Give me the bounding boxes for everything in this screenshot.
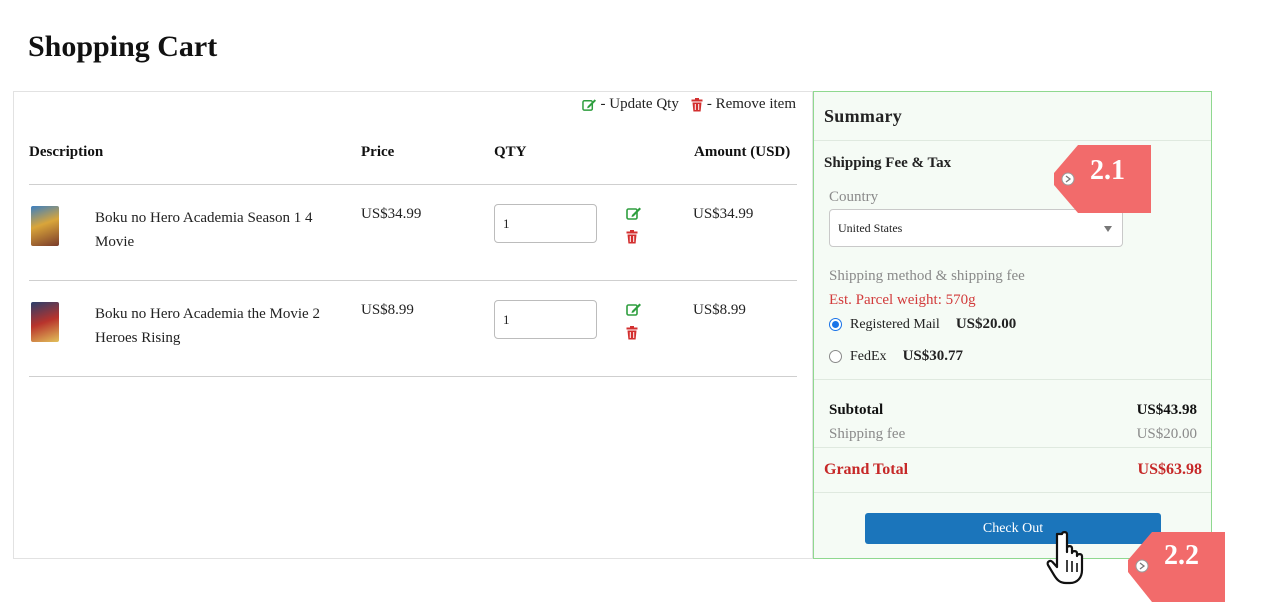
product-thumbnail[interactable] — [31, 302, 59, 342]
shipping-option-fedex[interactable]: FedEx US$30.77 — [829, 348, 963, 365]
table-header: Description Price QTY Amount (USD) — [29, 144, 797, 184]
quantity-input[interactable] — [494, 300, 597, 339]
table-row: Boku no Hero Academia Season 1 4 Movie U… — [29, 184, 797, 280]
trash-icon[interactable] — [626, 230, 638, 249]
legend-update-label: - Update Qty — [600, 96, 679, 112]
summary-panel: Summary Shipping Fee & Tax Country Unite… — [813, 91, 1212, 559]
option-name: FedEx — [850, 348, 887, 364]
divider — [814, 379, 1211, 380]
shipping-fee-label: Shipping fee — [829, 426, 906, 442]
item-amount: US$8.99 — [693, 302, 746, 318]
product-thumbnail[interactable] — [31, 206, 59, 246]
hand-pointer-icon — [1040, 530, 1088, 586]
shipping-fee-value: US$20.00 — [1136, 426, 1197, 442]
quantity-input[interactable] — [494, 204, 597, 243]
country-value: United States — [838, 221, 903, 235]
option-fee: US$20.00 — [955, 316, 1017, 332]
divider — [814, 447, 1211, 448]
radio-selected-icon[interactable] — [829, 318, 842, 331]
radio-icon[interactable] — [829, 350, 842, 363]
option-fee: US$30.77 — [902, 348, 963, 364]
checkout-button[interactable]: Check Out — [865, 513, 1161, 544]
subtotal-label: Subtotal — [829, 402, 884, 418]
caret-down-icon — [1104, 226, 1112, 232]
trash-icon — [691, 97, 703, 112]
item-description[interactable]: Boku no Hero Academia the Movie 2 Heroes… — [95, 302, 335, 350]
trash-icon[interactable] — [626, 326, 638, 345]
item-price: US$34.99 — [361, 206, 422, 222]
callout-number: 2.1 — [1090, 155, 1125, 186]
divider — [814, 492, 1211, 493]
summary-title: Summary — [824, 106, 903, 126]
edit-icon[interactable] — [626, 302, 642, 322]
shipping-method-label: Shipping method & shipping fee — [829, 268, 1025, 284]
divider — [814, 140, 1211, 141]
header-qty: QTY — [494, 144, 527, 160]
parcel-weight: Est. Parcel weight: 570g — [829, 292, 976, 308]
grand-total-label: Grand Total — [824, 461, 909, 478]
cart-legend: - Update Qty - Remove item — [581, 96, 796, 113]
legend-remove-label: - Remove item — [706, 96, 796, 112]
callout-2-1: 2.1 — [1050, 145, 1152, 213]
item-price: US$8.99 — [361, 302, 414, 318]
row-divider — [29, 376, 797, 377]
subtotal-value: US$43.98 — [1136, 402, 1197, 418]
header-amount: Amount (USD) — [694, 144, 791, 160]
shipping-heading: Shipping Fee & Tax — [824, 155, 952, 171]
option-name: Registered Mail — [850, 316, 940, 332]
item-description[interactable]: Boku no Hero Academia Season 1 4 Movie — [95, 206, 335, 254]
cart-panel: - Update Qty - Remove item Description P… — [13, 91, 813, 559]
country-label: Country — [829, 189, 879, 205]
edit-icon[interactable] — [626, 206, 642, 226]
table-row: Boku no Hero Academia the Movie 2 Heroes… — [29, 280, 797, 376]
grand-total-value: US$63.98 — [1137, 461, 1202, 478]
callout-2-2: 2.2 — [1124, 532, 1226, 602]
callout-number: 2.2 — [1164, 540, 1199, 571]
header-description: Description — [29, 144, 104, 160]
shipping-option-registered-mail[interactable]: Registered Mail US$20.00 — [829, 316, 1016, 333]
header-price: Price — [361, 144, 395, 160]
page-title: Shopping Cart — [28, 30, 218, 63]
country-select[interactable]: United States — [829, 209, 1123, 247]
edit-icon — [581, 98, 597, 112]
item-amount: US$34.99 — [693, 206, 754, 222]
